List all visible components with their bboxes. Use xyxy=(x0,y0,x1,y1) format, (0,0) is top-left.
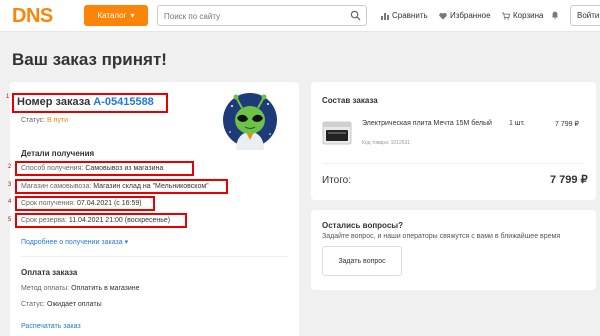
site-header: DNS Каталог ▾ Сравнить Избранное Корзина… xyxy=(0,0,600,32)
marker-5: 5 xyxy=(8,217,12,223)
pickup-method-value: Самовывоз из магазина xyxy=(85,165,164,172)
bell-icon xyxy=(551,11,559,19)
catalog-button[interactable]: Каталог ▾ xyxy=(84,5,148,26)
payment-method: Метод оплаты: Оплатить в магазине xyxy=(21,285,140,292)
order-status-value: В пути xyxy=(47,117,69,124)
product-name-link[interactable]: Электрическая плита Мечта 15М белый xyxy=(362,119,492,128)
heart-icon xyxy=(439,12,447,19)
login-button[interactable]: Войти xyxy=(570,5,600,26)
questions-title: Остались вопросы? xyxy=(322,221,403,230)
payment-method-value: Оплатить в магазине xyxy=(71,285,140,292)
questions-text: Задайте вопрос, и наши операторы свяжутс… xyxy=(322,233,561,240)
payment-title: Оплата заказа xyxy=(21,268,78,277)
notifications-button[interactable] xyxy=(551,11,559,19)
favorites-link[interactable]: Избранное xyxy=(439,11,491,20)
more-pickup-info-label: Подробнее о получении заказа xyxy=(21,239,123,246)
ask-question-button[interactable]: Задать вопрос xyxy=(322,246,402,276)
catalog-label: Каталог xyxy=(97,11,127,20)
cart-label: Корзина xyxy=(513,11,544,20)
order-number: Номер заказа А-05415588 xyxy=(17,96,154,108)
page-title: Ваш заказ принят! xyxy=(12,50,167,69)
cart-icon xyxy=(502,12,510,20)
chevron-down-icon: ▾ xyxy=(124,239,129,246)
search-input[interactable] xyxy=(158,7,338,26)
search-icon[interactable] xyxy=(350,10,361,21)
payment-status: Статус: Ожидает оплаты xyxy=(21,301,102,308)
print-order-link[interactable]: Распечатать заказ xyxy=(21,323,81,330)
search-box[interactable] xyxy=(157,5,367,26)
product-price: 7 799 ₽ xyxy=(555,121,579,128)
payment-method-label: Метод оплаты: xyxy=(21,285,70,292)
order-status-label: Статус: xyxy=(21,117,46,124)
pickup-store-value: Магазин склад на "Мельниковском" xyxy=(93,183,209,190)
order-number-value: А-05415588 xyxy=(93,96,154,108)
pickup-date-value: 07.04.2021 (с 16:59) xyxy=(76,200,142,207)
pickup-store-label: Магазин самовывоза: xyxy=(21,183,92,190)
pickup-date: Срок получения: 07.04.2021 (с 16:59) xyxy=(21,200,142,207)
payment-status-value: Ожидает оплаты xyxy=(47,301,102,308)
chevron-down-icon: ▾ xyxy=(130,11,135,20)
marker-1: 1 xyxy=(6,94,10,100)
product-quantity: 1 шт. xyxy=(509,120,525,127)
pickup-date-label: Срок получения: xyxy=(21,200,76,207)
more-pickup-info-link[interactable]: Подробнее о получении заказа ▾ xyxy=(21,238,128,246)
reserve-date: Срок резерва: 11.04.2021 21:00 (воскресе… xyxy=(21,217,170,224)
marker-2: 2 xyxy=(8,164,12,170)
product-code: Код товара: 1012631 xyxy=(362,140,411,146)
marker-3: 3 xyxy=(8,182,12,188)
order-status: Статус: В пути xyxy=(21,117,68,124)
dns-logo[interactable]: DNS xyxy=(12,6,53,26)
section-divider xyxy=(21,256,287,257)
reserve-date-value: 11.04.2021 21:00 (воскресенье) xyxy=(68,217,171,224)
favorites-label: Избранное xyxy=(450,11,491,20)
alien-mascot-image xyxy=(223,93,277,150)
compare-link[interactable]: Сравнить xyxy=(381,11,428,20)
total-divider xyxy=(322,163,584,164)
cart-link[interactable]: Корзина xyxy=(502,11,543,20)
order-number-label: Номер заказа xyxy=(17,96,91,108)
marker-4: 4 xyxy=(8,199,12,205)
pickup-method-label: Способ получения: xyxy=(21,165,84,172)
reserve-date-label: Срок резерва: xyxy=(21,217,67,224)
payment-status-label: Статус: xyxy=(21,301,46,308)
pickup-store: Магазин самовывоза: Магазин склад на "Ме… xyxy=(21,183,209,190)
compare-icon xyxy=(381,12,389,20)
pickup-details-title: Детали получения xyxy=(21,149,95,158)
composition-title: Состав заказа xyxy=(322,96,378,105)
total-label: Итого: xyxy=(322,175,351,186)
compare-label: Сравнить xyxy=(392,11,428,20)
pickup-method: Способ получения: Самовывоз из магазина xyxy=(21,165,163,172)
product-image[interactable] xyxy=(322,118,352,146)
total-value: 7 799 ₽ xyxy=(550,174,588,186)
